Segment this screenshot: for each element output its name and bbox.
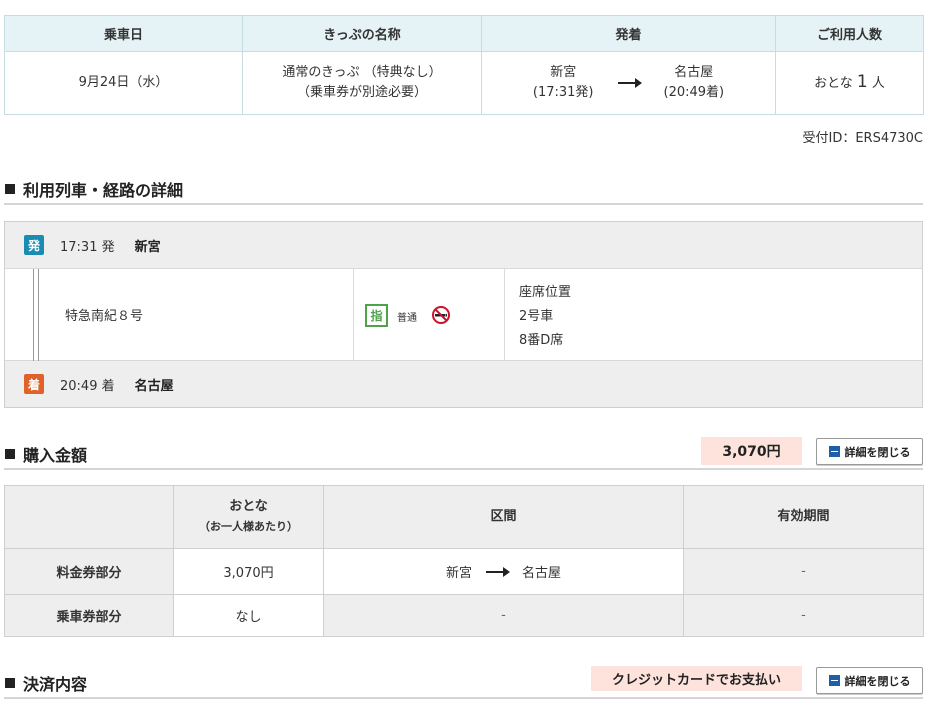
purchase-total: 3,070円 xyxy=(701,437,802,465)
header-ticket-name: きっぷの名称 xyxy=(242,15,482,52)
purchase-title: 購入金額 xyxy=(23,446,88,465)
arrival-station: 名古屋 xyxy=(134,378,174,394)
route-detail-box: 発 17:31 発 新宮 特急南紀８号 指 普通 座席位置 2号車 8番D席 着… xyxy=(4,221,923,408)
arrival-row: 着 20:49 着 名古屋 xyxy=(5,361,922,407)
ticket-name: 通常のきっぷ （特典なし） （乗車券が別途必要） xyxy=(242,51,482,115)
square-bullet-icon xyxy=(5,184,15,194)
table-row: 料金券部分 3,070円 新宮 名古屋 - xyxy=(4,548,924,595)
route-detail-title: 利用列車・経路の詳細 xyxy=(23,181,184,200)
route-detail-heading: 利用列車・経路の詳細 xyxy=(4,175,923,205)
ticket-name-line1: 通常のきっぷ （特典なし） xyxy=(282,65,442,80)
minus-icon xyxy=(828,675,840,686)
fare-header-validity: 有効期間 xyxy=(683,485,924,549)
header-date: 乗車日 xyxy=(4,15,243,52)
payment-close-details-button[interactable]: 詳細を閉じる xyxy=(816,667,923,694)
divider xyxy=(504,269,505,362)
from-station: 新宮 xyxy=(550,65,577,80)
arrival-badge: 着 xyxy=(24,374,44,394)
header-passengers: ご利用人数 xyxy=(775,15,924,52)
arrow-right-icon xyxy=(617,78,642,88)
seat-number: 8番D席 xyxy=(519,333,564,348)
car-class-label: 普通 xyxy=(397,313,417,324)
to-station-block: 名古屋 (20:49着) xyxy=(664,63,725,103)
adult-label: おとな xyxy=(229,499,268,514)
row-section: - xyxy=(323,594,684,637)
ticket-summary-table: 乗車日 きっぷの名称 発着 ご利用人数 9月24日（水） 通常のきっぷ （特典な… xyxy=(4,15,924,115)
seat-label: 座席位置 xyxy=(519,285,572,300)
header-route: 発着 xyxy=(481,15,776,52)
ticket-name-line2: （乗車券が別途必要） xyxy=(296,85,427,100)
no-smoking-icon xyxy=(432,306,450,324)
section-to: 名古屋 xyxy=(522,566,562,581)
departure-station: 新宮 xyxy=(134,239,161,255)
to-time: (20:49着) xyxy=(663,85,725,100)
reserved-seat-icon: 指 xyxy=(365,304,388,327)
row-validity: - xyxy=(683,594,924,637)
row-price: 3,070円 xyxy=(173,548,324,595)
departure-time: 17:31 発 xyxy=(60,239,115,255)
from-station-block: 新宮 (17:31発) xyxy=(533,63,594,103)
row-section: 新宮 名古屋 xyxy=(323,548,684,595)
square-bullet-icon xyxy=(5,678,15,688)
fare-header-section: 区間 xyxy=(323,485,684,549)
purchase-close-details-button[interactable]: 詳細を閉じる xyxy=(816,438,923,465)
row-validity: - xyxy=(683,548,924,595)
car-number: 2号車 xyxy=(519,309,554,324)
fare-header-blank xyxy=(4,485,174,549)
row-label: 乗車券部分 xyxy=(4,594,174,637)
rail-line xyxy=(33,269,39,362)
route-cell: 新宮 (17:31発) 名古屋 (20:49着) xyxy=(481,51,776,115)
departure-badge: 発 xyxy=(24,235,44,255)
section-from: 新宮 xyxy=(445,566,472,581)
arrow-right-icon xyxy=(486,566,510,577)
from-time: (17:31発) xyxy=(532,85,594,100)
divider xyxy=(353,269,354,362)
seat-info: 座席位置 2号車 8番D席 xyxy=(519,281,571,353)
receipt-id: 受付ID：ERS4730C xyxy=(802,131,923,146)
table-row: 乗車券部分 なし - - xyxy=(4,594,924,637)
close-details-label: 詳細を閉じる xyxy=(844,674,911,688)
fare-header-adult: おとな （お一人様あたり） xyxy=(173,485,324,549)
payment-method: クレジットカードでお支払い xyxy=(591,666,802,691)
arrival-time: 20:49 着 xyxy=(60,378,115,394)
to-station: 名古屋 xyxy=(674,65,714,80)
train-segment: 特急南紀８号 指 普通 座席位置 2号車 8番D席 xyxy=(5,268,922,362)
fare-table: おとな （お一人様あたり） 区間 有効期間 料金券部分 3,070円 新宮 名古… xyxy=(4,485,924,637)
departure-row: 発 17:31 発 新宮 xyxy=(5,222,922,268)
row-label: 料金券部分 xyxy=(4,548,174,595)
passenger-unit: 人 xyxy=(871,76,885,91)
row-price: なし xyxy=(173,594,324,637)
train-name: 特急南紀８号 xyxy=(65,309,144,324)
passenger-count-cell: おとな 1 人 xyxy=(775,51,924,115)
ride-date: 9月24日（水） xyxy=(4,51,243,115)
passenger-label: おとな xyxy=(814,76,853,91)
adult-sub-label: （お一人様あたり） xyxy=(199,520,298,533)
passenger-count: 1 xyxy=(856,72,868,92)
payment-title: 決済内容 xyxy=(23,675,88,694)
close-details-label: 詳細を閉じる xyxy=(844,445,911,459)
minus-icon xyxy=(828,446,840,457)
square-bullet-icon xyxy=(5,449,15,459)
